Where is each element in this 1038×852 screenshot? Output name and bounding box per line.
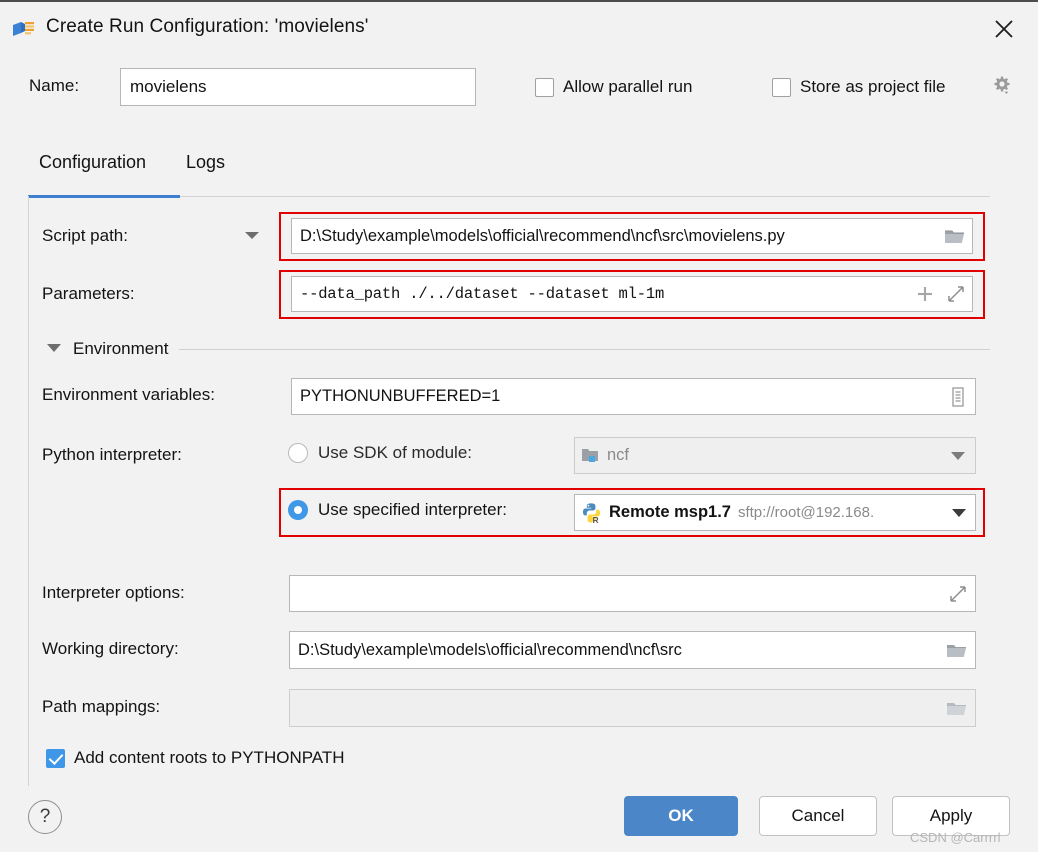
script-path-label: Script path: — [42, 226, 128, 245]
gear-dropdown-icon[interactable] — [990, 74, 1014, 98]
watermark: CSDN @Carrrrl — [910, 830, 1001, 845]
parameters-value: --data_path ./../dataset --dataset ml-1m — [300, 285, 665, 303]
close-icon[interactable] — [988, 14, 1020, 44]
python-interpreter-label: Python interpreter: — [42, 445, 182, 464]
path-mappings-label: Path mappings: — [42, 697, 161, 716]
use-sdk-of-module-radio[interactable]: Use SDK of module: — [288, 443, 472, 463]
specified-interpreter-dropdown[interactable]: R Remote msp1.7 sftp://root@192.168. — [574, 494, 976, 531]
checkbox-box — [535, 77, 554, 97]
parameters-plus-icon[interactable] — [910, 279, 940, 309]
path-mappings-field[interactable] — [289, 689, 976, 727]
specified-interpreter-chevron-down-icon[interactable] — [943, 496, 975, 530]
script-path-folder-icon[interactable] — [938, 219, 972, 253]
title-bar: Create Run Configuration: 'movielens' — [0, 0, 1038, 52]
tab-logs[interactable]: Logs — [182, 152, 229, 173]
name-label: Name: — [29, 76, 80, 95]
allow-parallel-run-checkbox[interactable]: Allow parallel run — [535, 77, 692, 97]
add-content-roots-checkbox[interactable]: Add content roots to PYTHONPATH — [46, 748, 345, 768]
script-path-value: D:\Study\example\models\official\recomme… — [300, 226, 785, 245]
working-directory-label: Working directory: — [42, 639, 179, 658]
tab-configuration[interactable]: Configuration — [35, 152, 150, 173]
checkbox-box — [46, 748, 65, 768]
sdk-module-value: ncf — [607, 446, 630, 464]
run-configuration-icon — [12, 19, 36, 39]
interpreter-options-expand-icon[interactable] — [941, 579, 975, 609]
store-as-project-file-checkbox[interactable]: Store as project file — [772, 77, 946, 97]
interpreter-options-field[interactable] — [289, 575, 976, 612]
svg-text:R: R — [592, 515, 598, 523]
script-path-chevron-down-icon[interactable] — [243, 228, 261, 246]
use-specified-interpreter-label: Use specified interpreter: — [318, 500, 507, 519]
cancel-button[interactable]: Cancel — [759, 796, 877, 836]
module-folder-icon — [575, 441, 605, 471]
specified-interpreter-detail: sftp://root@192.168. — [737, 504, 875, 521]
allow-parallel-run-label: Allow parallel run — [563, 77, 693, 96]
environment-variables-label: Environment variables: — [42, 385, 215, 404]
ok-button[interactable]: OK — [624, 796, 738, 836]
interpreter-options-label: Interpreter options: — [42, 583, 185, 602]
working-directory-value: D:\Study\example\models\official\recomme… — [298, 640, 682, 659]
parameters-label: Parameters: — [42, 284, 135, 303]
script-path-field[interactable]: D:\Study\example\models\official\recomme… — [291, 218, 973, 254]
triangle-down-icon — [46, 340, 62, 358]
environment-variables-list-edit-icon[interactable] — [941, 380, 975, 414]
help-button[interactable]: ? — [28, 800, 62, 834]
parameters-expand-icon[interactable] — [940, 279, 972, 309]
dialog-footer — [0, 786, 1038, 852]
parameters-field[interactable]: --data_path ./../dataset --dataset ml-1m — [291, 276, 973, 312]
environment-section-label: Environment — [73, 339, 169, 358]
environment-variables-field[interactable]: PYTHONUNBUFFERED=1 — [291, 378, 976, 415]
working-directory-folder-icon[interactable] — [939, 633, 975, 667]
python-remote-icon: R — [575, 497, 607, 529]
path-mappings-folder-icon[interactable] — [939, 691, 975, 725]
section-divider-line — [179, 348, 990, 350]
use-sdk-of-module-label: Use SDK of module: — [318, 443, 473, 462]
use-specified-interpreter-radio[interactable]: Use specified interpreter: — [288, 500, 507, 520]
name-input[interactable] — [120, 68, 476, 106]
add-content-roots-label: Add content roots to PYTHONPATH — [74, 748, 345, 767]
environment-section-header[interactable]: Environment — [46, 339, 990, 359]
environment-variables-value: PYTHONUNBUFFERED=1 — [300, 387, 501, 405]
sdk-module-dropdown[interactable]: ncf — [574, 437, 976, 474]
window-title: Create Run Configuration: 'movielens' — [46, 16, 369, 37]
radio-circle — [288, 500, 308, 520]
working-directory-field[interactable]: D:\Study\example\models\official\recomme… — [289, 631, 976, 669]
vertical-scrollbar-track[interactable] — [1014, 125, 1036, 786]
store-as-project-file-label: Store as project file — [800, 77, 946, 96]
specified-interpreter-name: Remote msp1.7 — [609, 503, 731, 521]
sdk-module-chevron-down-icon[interactable] — [941, 439, 975, 473]
active-tab-underline — [28, 195, 180, 198]
radio-circle — [288, 443, 308, 463]
checkbox-box — [772, 77, 791, 97]
panel-left-divider — [28, 196, 29, 786]
